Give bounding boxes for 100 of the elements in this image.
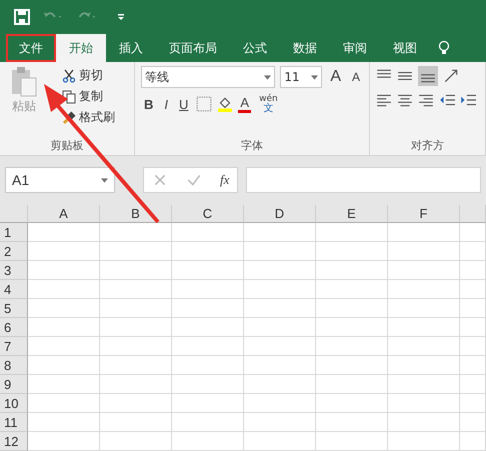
grid-cell[interactable] xyxy=(100,337,172,356)
grid-cell[interactable] xyxy=(460,242,486,261)
grid-cell[interactable] xyxy=(244,318,316,337)
copy-button[interactable]: 复制 xyxy=(62,87,115,106)
grid-cell[interactable] xyxy=(172,375,244,394)
grid-cell[interactable] xyxy=(388,318,460,337)
grid-cell[interactable] xyxy=(460,261,486,280)
grid-cell[interactable] xyxy=(244,223,316,242)
fill-color-icon[interactable] xyxy=(217,96,234,112)
customize-icon[interactable] xyxy=(116,12,126,22)
ribbon-tab[interactable]: 公式 xyxy=(230,34,280,62)
grid-cell[interactable] xyxy=(28,394,100,413)
bold-button[interactable]: B xyxy=(141,96,156,112)
grid-cell[interactable] xyxy=(244,280,316,299)
bottom-align-icon[interactable] xyxy=(418,66,438,86)
enter-icon[interactable] xyxy=(186,172,202,188)
grid-cell[interactable] xyxy=(172,356,244,375)
cancel-icon[interactable] xyxy=(152,172,168,188)
grid-cell[interactable] xyxy=(28,413,100,432)
grid-cell[interactable] xyxy=(388,299,460,318)
increase-indent-icon[interactable] xyxy=(460,92,476,108)
grid-cell[interactable] xyxy=(460,223,486,242)
grid-cell[interactable] xyxy=(388,413,460,432)
grid-cell[interactable] xyxy=(316,299,388,318)
shrink-font-button[interactable]: A xyxy=(348,70,363,84)
underline-button[interactable]: U xyxy=(176,96,192,112)
row-header[interactable]: 2 xyxy=(0,242,28,261)
grid-cell[interactable] xyxy=(388,223,460,242)
align-left-icon[interactable] xyxy=(376,92,392,108)
grid-cell[interactable] xyxy=(100,356,172,375)
grid-cell[interactable] xyxy=(316,242,388,261)
grid-cell[interactable] xyxy=(172,394,244,413)
row-header[interactable]: 8 xyxy=(0,356,28,375)
grid-cell[interactable] xyxy=(460,337,486,356)
grid-cell[interactable] xyxy=(172,280,244,299)
font-name-field[interactable]: 等线 xyxy=(141,66,276,88)
grid-cell[interactable] xyxy=(28,242,100,261)
grid-cell[interactable] xyxy=(316,394,388,413)
font-color-button[interactable]: A xyxy=(238,96,252,112)
row-header[interactable]: 1 xyxy=(0,223,28,242)
grid-cell[interactable] xyxy=(388,280,460,299)
align-center-icon[interactable] xyxy=(397,92,413,108)
grid-cell[interactable] xyxy=(28,375,100,394)
grid-cell[interactable] xyxy=(460,356,486,375)
grid-cell[interactable] xyxy=(244,432,316,451)
orientation-icon[interactable] xyxy=(443,68,459,84)
grid-cell[interactable] xyxy=(100,432,172,451)
phonetic-button[interactable]: wén 文 xyxy=(256,94,281,114)
row-header[interactable]: 6 xyxy=(0,318,28,337)
grid-cell[interactable] xyxy=(100,261,172,280)
grid-cell[interactable] xyxy=(172,337,244,356)
align-right-icon[interactable] xyxy=(418,92,434,108)
grid-cell[interactable] xyxy=(100,413,172,432)
grid-cell[interactable] xyxy=(388,356,460,375)
grid-cell[interactable] xyxy=(172,299,244,318)
grid-cell[interactable] xyxy=(172,413,244,432)
grid-cell[interactable] xyxy=(100,394,172,413)
lightbulb-icon[interactable] xyxy=(438,40,450,56)
grid-cell[interactable] xyxy=(316,261,388,280)
grid-cell[interactable] xyxy=(316,337,388,356)
grow-font-button[interactable]: A xyxy=(327,68,344,86)
grid-cell[interactable] xyxy=(244,375,316,394)
grid-cell[interactable] xyxy=(316,318,388,337)
grid-cell[interactable] xyxy=(244,356,316,375)
column-header[interactable]: A xyxy=(28,205,100,223)
grid-cell[interactable] xyxy=(460,375,486,394)
row-header[interactable]: 7 xyxy=(0,337,28,356)
row-header[interactable]: 11 xyxy=(0,413,28,432)
formula-input[interactable] xyxy=(246,167,481,193)
grid-cell[interactable] xyxy=(100,280,172,299)
grid-cell[interactable] xyxy=(172,432,244,451)
column-header[interactable]: E xyxy=(316,205,388,223)
grid-cell[interactable] xyxy=(388,432,460,451)
grid-cell[interactable] xyxy=(316,280,388,299)
grid-cell[interactable] xyxy=(28,432,100,451)
grid-cell[interactable] xyxy=(172,261,244,280)
grid-cell[interactable] xyxy=(388,337,460,356)
row-header[interactable]: 4 xyxy=(0,280,28,299)
grid-cell[interactable] xyxy=(28,356,100,375)
grid-cell[interactable] xyxy=(244,242,316,261)
ribbon-tab[interactable]: 插入 xyxy=(106,34,156,62)
grid-cell[interactable] xyxy=(28,223,100,242)
grid-cell[interactable] xyxy=(244,413,316,432)
select-all-corner[interactable] xyxy=(0,205,28,223)
grid-cell[interactable] xyxy=(244,261,316,280)
grid-cell[interactable] xyxy=(388,394,460,413)
cut-button[interactable]: 剪切 xyxy=(62,66,115,85)
column-header[interactable]: C xyxy=(172,205,244,223)
ribbon-tab[interactable]: 审阅 xyxy=(330,34,380,62)
grid-cell[interactable] xyxy=(316,223,388,242)
grid-cell[interactable] xyxy=(316,432,388,451)
grid-cell[interactable] xyxy=(244,337,316,356)
grid-cell[interactable] xyxy=(460,432,486,451)
grid-cell[interactable] xyxy=(460,413,486,432)
column-header[interactable] xyxy=(460,205,486,223)
grid-cell[interactable] xyxy=(172,242,244,261)
save-icon[interactable] xyxy=(14,9,30,25)
grid-cell[interactable] xyxy=(100,299,172,318)
grid-cell[interactable] xyxy=(28,280,100,299)
grid-cell[interactable] xyxy=(460,394,486,413)
